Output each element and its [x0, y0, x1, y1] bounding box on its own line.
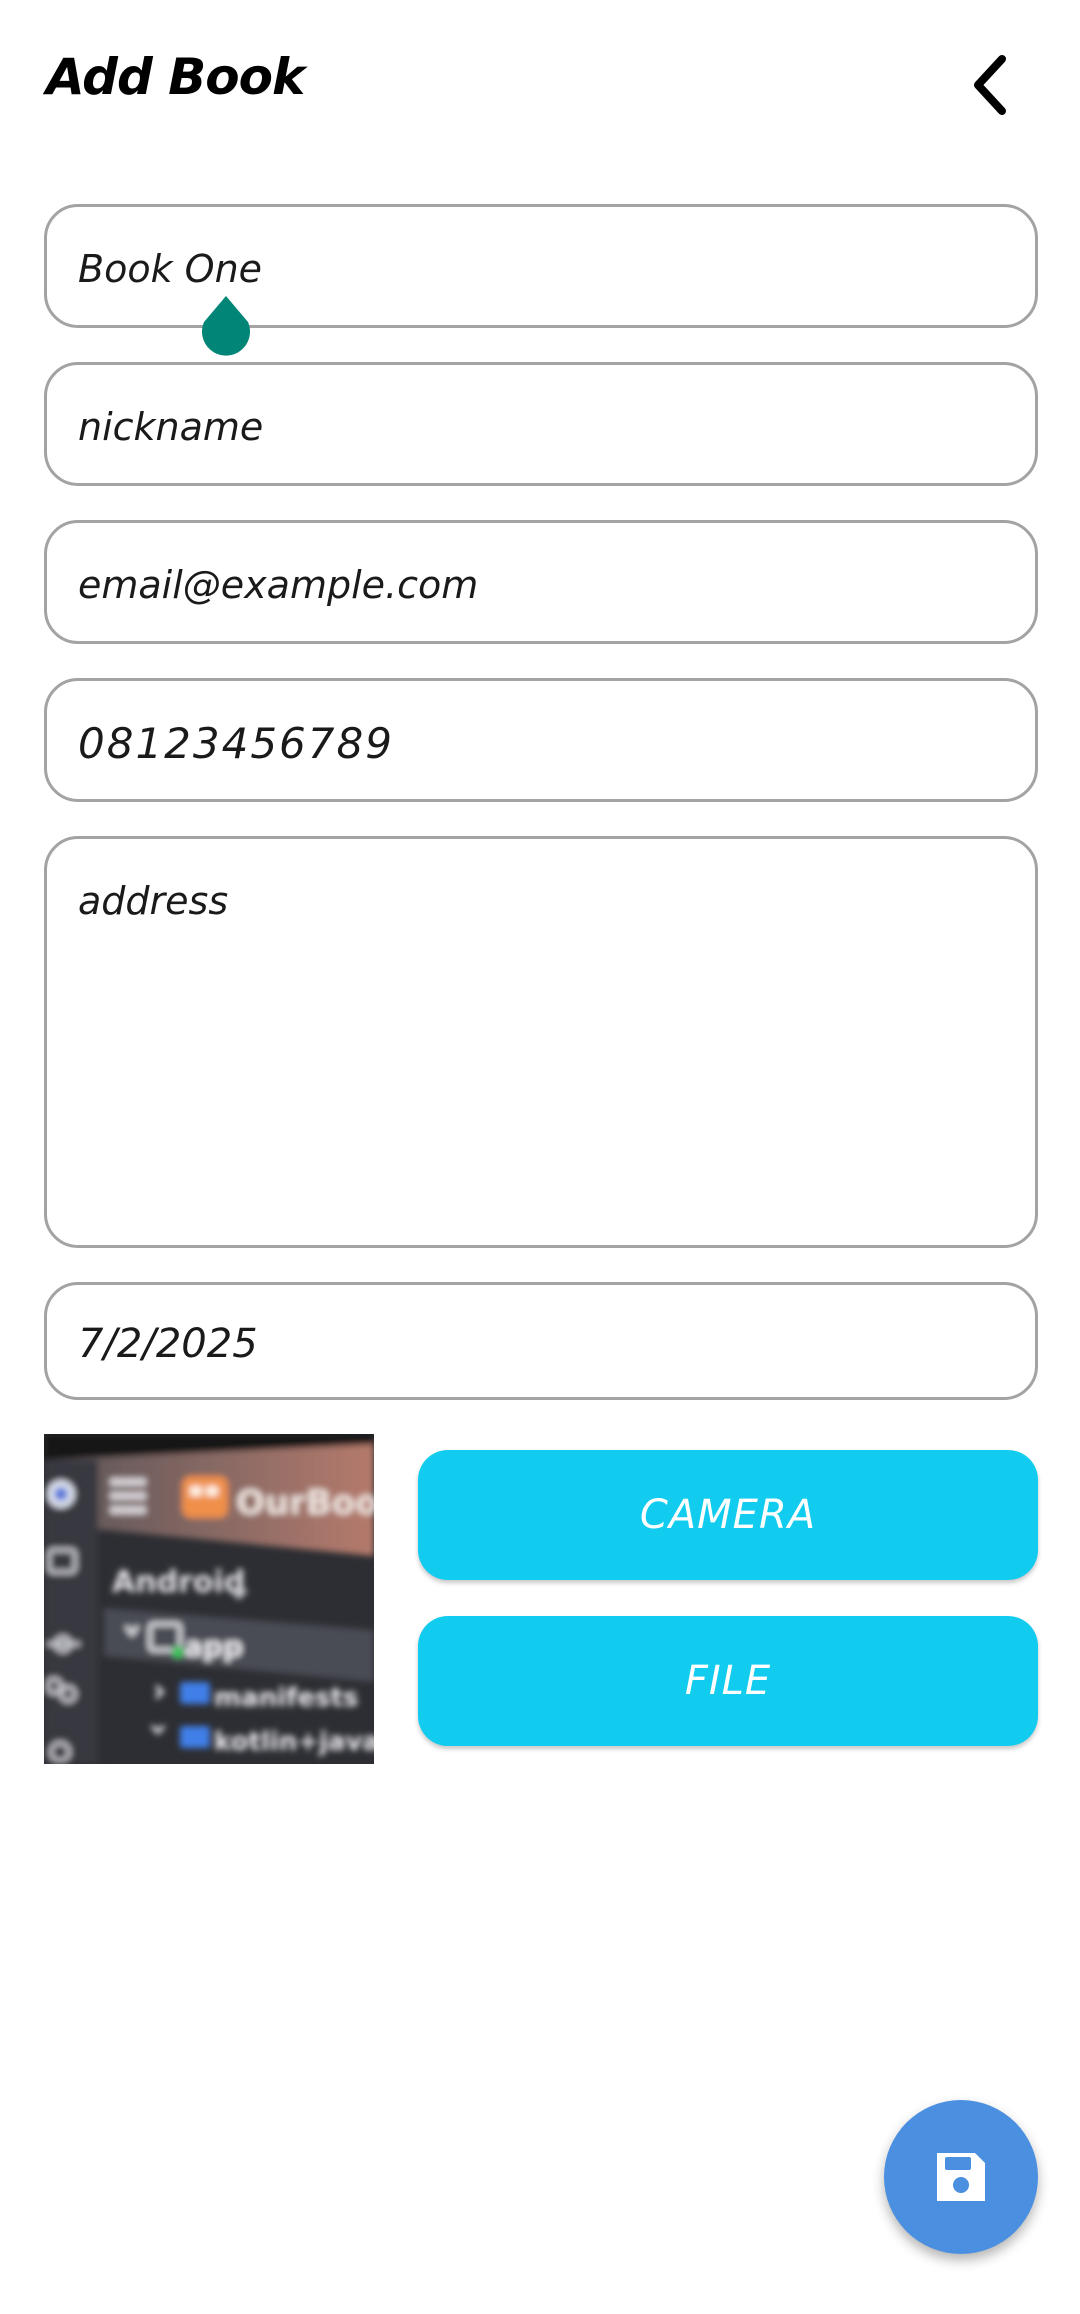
thumbnail-view-label: Android: [112, 1565, 245, 1600]
phone-value: 08123456789: [78, 719, 394, 768]
back-button[interactable]: [950, 40, 1030, 130]
thumbnail-image: OurBook Android app manifests kotlin+jav…: [44, 1434, 374, 1764]
file-button[interactable]: FILE: [418, 1616, 1038, 1746]
thumbnail-tree-manifests: manifests: [214, 1683, 358, 1713]
address-value: address: [78, 879, 229, 923]
thumbnail-tree-app: app: [184, 1630, 243, 1663]
thumbnail-tree-kotlin: kotlin+java: [214, 1727, 374, 1757]
save-icon: [937, 2153, 985, 2201]
phone-field[interactable]: 08123456789: [44, 678, 1038, 802]
book-title-field[interactable]: Book One: [44, 204, 1038, 328]
nickname-field[interactable]: nickname: [44, 362, 1038, 486]
chevron-left-icon: [974, 55, 1006, 115]
email-value: email@example.com: [78, 563, 479, 607]
date-field[interactable]: 7/2/2025: [44, 1282, 1038, 1400]
text-cursor-handle[interactable]: [198, 294, 254, 360]
date-value: 7/2/2025: [78, 1321, 258, 1367]
email-field[interactable]: email@example.com: [44, 520, 1038, 644]
selected-image-thumbnail: OurBook Android app manifests kotlin+jav…: [44, 1434, 374, 1764]
camera-button[interactable]: CAMERA: [418, 1450, 1038, 1580]
nickname-value: nickname: [78, 405, 264, 449]
page-title: Add Book: [46, 48, 305, 106]
app-bar: Add Book: [0, 0, 1080, 170]
address-field[interactable]: address: [44, 836, 1038, 1248]
save-fab[interactable]: [884, 2100, 1038, 2254]
book-title-value: Book One: [78, 247, 263, 291]
thumbnail-app-label: OurBook: [236, 1483, 374, 1523]
